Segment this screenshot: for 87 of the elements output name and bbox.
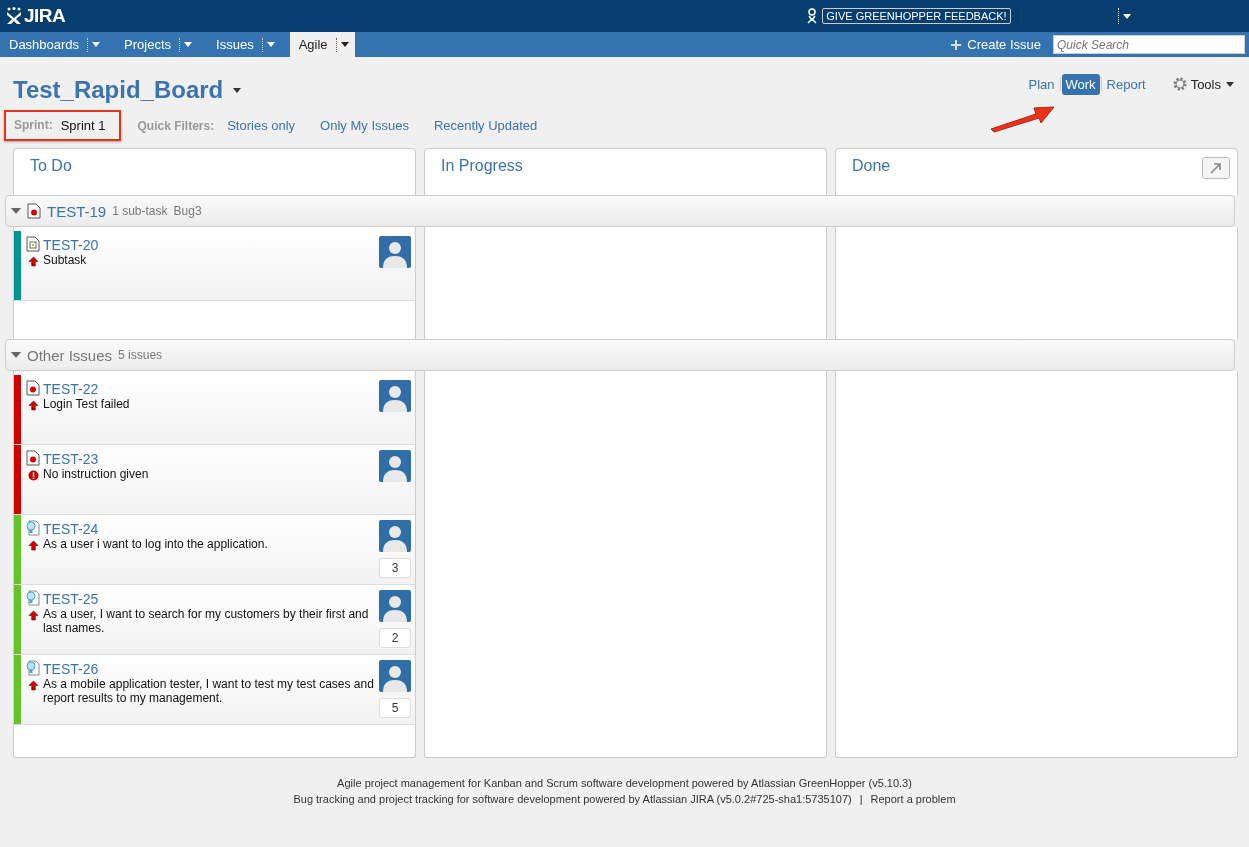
- quick-filter-link[interactable]: Only My Issues: [320, 118, 409, 133]
- create-issue-button[interactable]: Create Issue: [951, 32, 1053, 57]
- board-title: Test_Rapid_Board: [13, 76, 224, 104]
- caret-icon: [1226, 81, 1234, 87]
- up-arrow-icon: [27, 540, 39, 551]
- mode-tab[interactable]: Work: [1061, 73, 1100, 95]
- swimlane-header[interactable]: Other Issues 5 issues: [5, 339, 1235, 371]
- estimate-badge: 5: [379, 698, 411, 718]
- caret-icon: [340, 42, 349, 47]
- issue-count: 5 issues: [118, 348, 163, 362]
- swimlane-title: Other Issues: [27, 346, 113, 364]
- quick-filter-link[interactable]: Recently Updated: [433, 118, 538, 133]
- issue-key[interactable]: TEST-22: [43, 381, 375, 397]
- report-problem-link[interactable]: Report a problem: [870, 791, 956, 807]
- avatar-icon: [379, 520, 411, 552]
- sprint-name: Sprint 1: [60, 118, 106, 133]
- up-arrow-icon: [27, 400, 39, 411]
- issue-summary: As a user, I want to search for my customers by their first and last names.: [43, 607, 370, 635]
- lightbulb-icon: [26, 520, 40, 536]
- collapse-icon: [11, 352, 21, 358]
- avatar-icon: [379, 380, 411, 412]
- column-header: In Progress: [424, 148, 827, 195]
- issue-summary: Login Test failed: [43, 397, 131, 411]
- collapse-icon: [11, 208, 21, 214]
- up-arrow-icon: [27, 256, 39, 267]
- mode-tab[interactable]: Plan: [1024, 73, 1059, 95]
- column-header: Done: [835, 148, 1238, 195]
- sprint-label: Sprint:: [14, 118, 53, 133]
- nav-tab[interactable]: Dashboards: [0, 32, 107, 57]
- issue-card[interactable]: TEST-26 As a mobile application tester, I want to test my test cases and report results to my management. 5: [14, 655, 415, 725]
- up-arrow-icon: [27, 680, 39, 691]
- issue-card[interactable]: TEST-22 Login Test failed: [14, 375, 415, 445]
- app-logo[interactable]: JIRA: [24, 5, 66, 27]
- issue-card[interactable]: TEST-23 No instruction given: [14, 445, 415, 515]
- caret-icon[interactable]: [1122, 13, 1131, 19]
- column-header: To Do: [13, 148, 416, 195]
- lightbulb-icon: [26, 590, 40, 606]
- feedback-link[interactable]: GIVE GREENHOPPER FEEDBACK!: [822, 8, 1011, 24]
- caret-icon: [92, 42, 101, 47]
- nav-tab[interactable]: Issues: [207, 32, 281, 57]
- avatar-icon: [379, 236, 411, 268]
- issue-card[interactable]: TEST-20 Subtask: [14, 231, 415, 301]
- settings-icon: [1171, 76, 1188, 92]
- issue-key[interactable]: TEST-23: [43, 451, 375, 467]
- plus-icon: [951, 39, 962, 50]
- bug-icon: [27, 203, 41, 219]
- issue-card[interactable]: TEST-24 As a user i want to log into the application. 3: [14, 515, 415, 585]
- quick-filters-label: Quick Filters:: [137, 118, 215, 133]
- subtask-icon: [26, 236, 40, 252]
- issue-summary: Bug3: [173, 204, 202, 218]
- issue-card[interactable]: TEST-25 As a user, I want to search for my customers by their first and last names. 2: [14, 585, 415, 655]
- stop-icon: [27, 470, 39, 481]
- estimate-badge: 2: [379, 628, 411, 648]
- issue-key[interactable]: TEST-26: [43, 661, 375, 677]
- search-field[interactable]: Quick Search: [1053, 35, 1245, 54]
- issue-summary: As a user i want to log into the application.: [43, 537, 269, 551]
- subtask-count: 1 sub-task: [112, 204, 168, 218]
- person-icon: [806, 8, 819, 24]
- caret-icon[interactable]: [233, 87, 242, 93]
- swimlane-header[interactable]: TEST-19 1 sub-task Bug3: [5, 195, 1235, 227]
- issue-key[interactable]: TEST-20: [43, 237, 375, 253]
- issue-summary: As a mobile application tester, I want to test my test cases and report results to my management.: [43, 677, 375, 705]
- quick-filter-link[interactable]: Stories only: [227, 118, 296, 133]
- arrow-drawing: [988, 103, 1058, 133]
- issue-summary: No instruction given: [43, 467, 150, 481]
- footer-text: Agile project management for Kanban and Scrum software development powered by Atlassian GreenHopper (v5.10.3): [337, 776, 912, 791]
- mode-tab[interactable]: Report: [1102, 73, 1150, 95]
- lightbulb-icon: [26, 660, 40, 676]
- nav-tab[interactable]: Projects: [115, 32, 199, 57]
- up-arrow-icon: [27, 610, 39, 621]
- caret-icon: [184, 42, 193, 47]
- avatar-icon: [379, 590, 411, 622]
- footer-text: Bug tracking and project tracking for software development powered by Atlassian JIRA (v5.0.2#725-sha1:5735107): [293, 792, 852, 807]
- estimate-badge: 3: [379, 558, 411, 578]
- avatar-icon: [379, 450, 411, 482]
- issue-key[interactable]: TEST-19: [47, 202, 107, 220]
- bug-icon: [26, 450, 40, 466]
- issue-key[interactable]: TEST-25: [43, 591, 375, 607]
- issue-summary: Subtask: [43, 253, 88, 267]
- bug-icon: [26, 380, 40, 396]
- nav-tab[interactable]: Agile: [289, 32, 355, 57]
- footer-separator: |: [859, 792, 863, 807]
- caret-icon: [266, 42, 275, 47]
- tools-menu[interactable]: Tools: [1171, 76, 1234, 92]
- avatar-icon: [379, 660, 411, 692]
- issue-key[interactable]: TEST-24: [43, 521, 375, 537]
- logo-icon: [6, 7, 22, 25]
